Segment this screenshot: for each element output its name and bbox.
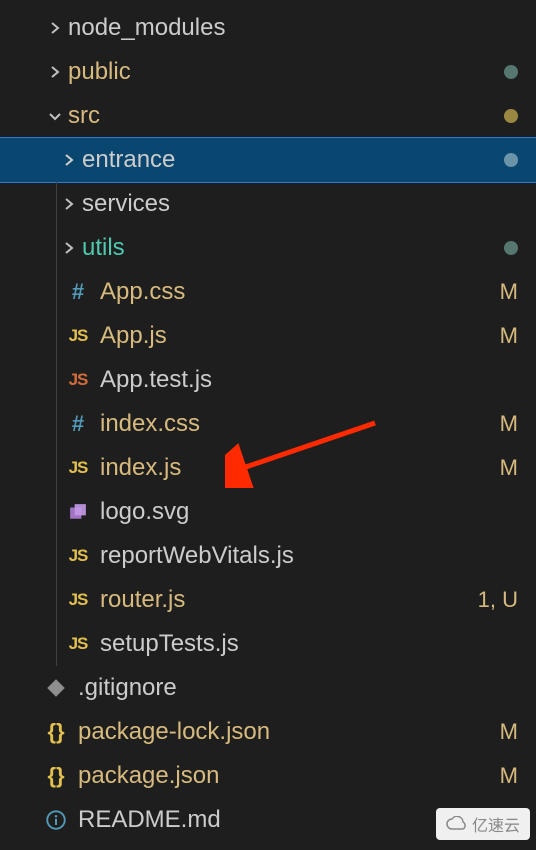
css-file-icon: #: [64, 279, 92, 305]
file-app-test-js[interactable]: JS App.test.js: [0, 358, 536, 402]
js-file-icon: JS: [64, 546, 92, 566]
file-index-js[interactable]: JS index.js M: [0, 446, 536, 490]
file-gitignore[interactable]: .gitignore: [0, 666, 536, 710]
folder-label: entrance: [82, 146, 504, 174]
file-index-css[interactable]: # index.css M: [0, 402, 536, 446]
chevron-right-icon: [56, 240, 82, 256]
file-app-js[interactable]: JS App.js M: [0, 314, 536, 358]
js-file-icon: JS: [64, 326, 92, 346]
git-status-dot-icon: [504, 241, 518, 255]
git-status-dot-icon: [504, 153, 518, 167]
folder-label: src: [68, 102, 504, 130]
indent-guide: [56, 490, 57, 534]
indent-guide: [56, 578, 57, 622]
svg-file-icon: [64, 503, 92, 521]
chevron-down-icon: [42, 108, 68, 124]
file-app-css[interactable]: # App.css M: [0, 270, 536, 314]
file-package-json[interactable]: {} package.json M: [0, 754, 536, 798]
file-label: App.js: [100, 322, 500, 350]
folder-utils[interactable]: utils: [0, 226, 536, 270]
js-file-icon: JS: [64, 590, 92, 610]
folder-label: services: [82, 190, 518, 218]
css-file-icon: #: [64, 411, 92, 437]
git-badge: M: [500, 455, 518, 481]
file-label: reportWebVitals.js: [100, 542, 518, 570]
file-explorer: node_modules public src entrance service…: [0, 0, 536, 842]
folder-label: node_modules: [68, 14, 518, 42]
indent-guide: [56, 182, 57, 226]
file-label: App.test.js: [100, 366, 518, 394]
watermark: 亿速云: [436, 808, 530, 840]
chevron-right-icon: [42, 20, 68, 36]
file-router-js[interactable]: JS router.js 1, U: [0, 578, 536, 622]
file-label: router.js: [100, 586, 478, 614]
file-logo-svg[interactable]: logo.svg: [0, 490, 536, 534]
git-status-dot-icon: [504, 65, 518, 79]
indent-guide: [56, 226, 57, 270]
indent-guide: [56, 358, 57, 402]
file-label: index.js: [100, 454, 500, 482]
indent-guide: [56, 402, 57, 446]
js-test-file-icon: JS: [64, 370, 92, 390]
file-label: App.css: [100, 278, 500, 306]
git-file-icon: [42, 678, 70, 698]
watermark-text: 亿速云: [472, 812, 520, 836]
file-label: index.css: [100, 410, 500, 438]
folder-src[interactable]: src: [0, 94, 536, 138]
file-label: logo.svg: [100, 498, 518, 526]
chevron-right-icon: [56, 152, 82, 168]
file-label: package-lock.json: [78, 718, 500, 746]
file-label: .gitignore: [78, 674, 518, 702]
indent-guide: [56, 622, 57, 666]
git-status-dot-icon: [504, 109, 518, 123]
js-file-icon: JS: [64, 634, 92, 654]
folder-label: utils: [82, 234, 504, 262]
file-label: setupTests.js: [100, 630, 518, 658]
git-badge: M: [500, 763, 518, 789]
folder-public[interactable]: public: [0, 50, 536, 94]
chevron-right-icon: [56, 196, 82, 212]
indent-guide: [56, 534, 57, 578]
chevron-right-icon: [42, 64, 68, 80]
git-badge: M: [500, 411, 518, 437]
json-file-icon: {}: [42, 763, 70, 789]
git-badge: M: [500, 279, 518, 305]
git-badge: 1, U: [478, 587, 518, 613]
git-badge: M: [500, 323, 518, 349]
folder-services[interactable]: services: [0, 182, 536, 226]
info-file-icon: [42, 810, 70, 830]
git-badge: M: [500, 719, 518, 745]
file-label: package.json: [78, 762, 500, 790]
indent-guide: [56, 314, 57, 358]
js-file-icon: JS: [64, 458, 92, 478]
json-file-icon: {}: [42, 719, 70, 745]
file-setup-tests[interactable]: JS setupTests.js: [0, 622, 536, 666]
indent-guide: [56, 446, 57, 490]
file-package-lock-json[interactable]: {} package-lock.json M: [0, 710, 536, 754]
indent-guide: [56, 270, 57, 314]
folder-label: public: [68, 58, 504, 86]
folder-node-modules[interactable]: node_modules: [0, 6, 536, 50]
file-report-web-vitals[interactable]: JS reportWebVitals.js: [0, 534, 536, 578]
folder-entrance[interactable]: entrance: [0, 138, 536, 182]
